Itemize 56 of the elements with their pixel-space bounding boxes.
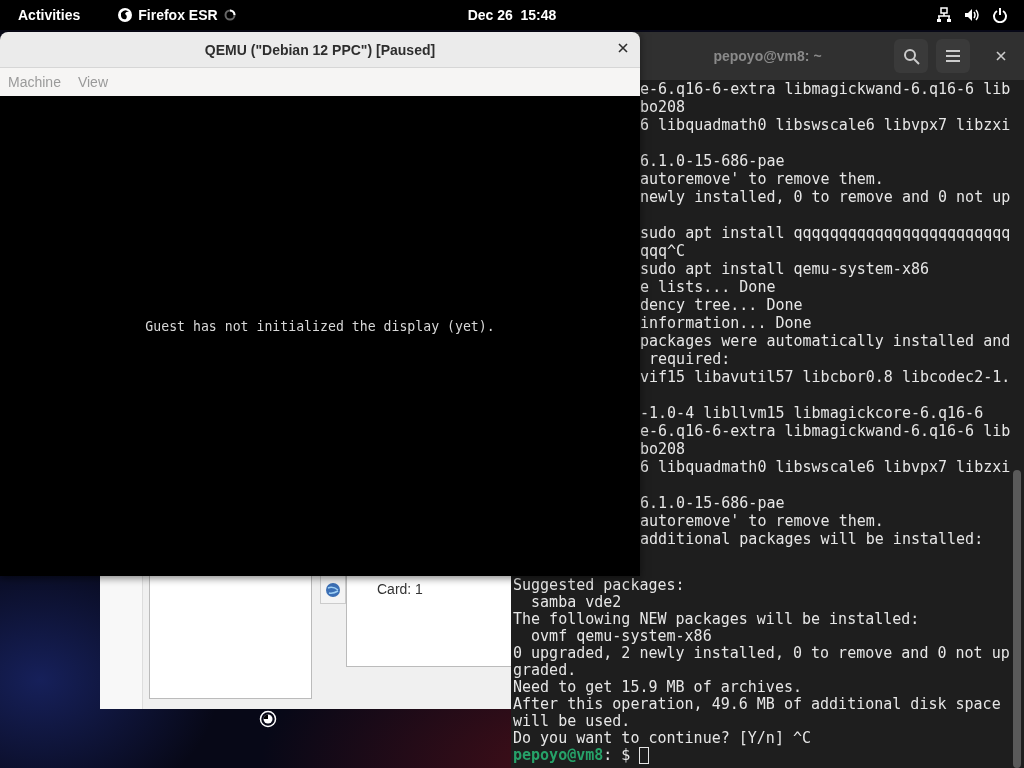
terminal-line: ovmf qemu-system-x86 bbox=[530, 628, 712, 645]
terminal-line: e lists... Done bbox=[640, 278, 776, 296]
terminal-line: bo208 bbox=[640, 98, 686, 116]
terminal-line: The following NEW packages will be installed: bbox=[513, 611, 920, 628]
spinner-icon bbox=[223, 9, 236, 21]
terminal-line: required: bbox=[648, 350, 731, 368]
terminal-line: 6.1.0-15-686-pae bbox=[640, 152, 785, 170]
network-icon[interactable] bbox=[936, 7, 952, 23]
terminal-line: sudo apt install qqqqqqqqqqqqqqqqqqqqqqqq bbox=[640, 224, 1011, 242]
terminal-line: dency tree... Done bbox=[640, 296, 803, 314]
terminal-line: will be used. bbox=[513, 713, 631, 730]
search-button[interactable] bbox=[894, 39, 928, 73]
terminal-line: Need to get 15.9 MB of archives. bbox=[513, 679, 802, 696]
prompt-symbol: : $ bbox=[603, 747, 632, 764]
clock[interactable]: Dec 26 15:48 bbox=[467, 7, 557, 23]
terminal-line: e-6.q16-6-extra libmagickwand-6.q16-6 lib bbox=[640, 80, 1011, 98]
terminal-line: After this operation, 49.6 MB of additional disk space bbox=[513, 696, 1001, 713]
terminal-line: information... Done bbox=[640, 314, 812, 332]
terminal-line: sudo apt install qemu-system-x86 bbox=[640, 260, 929, 278]
display-message: Guest has not initialized the display (yet). bbox=[145, 319, 495, 334]
card-label: Card: 1 bbox=[377, 581, 423, 597]
terminal-line: qqq^C bbox=[640, 242, 686, 260]
firefox-icon[interactable] bbox=[117, 7, 134, 23]
terminal-line: autoremove' to remove them. bbox=[640, 170, 884, 188]
terminal-line: graded. bbox=[513, 662, 577, 679]
terminal-line: additional packages will be installed: bbox=[640, 530, 984, 548]
loading-cursor-icon bbox=[259, 710, 277, 728]
terminal-line: vif15 libavutil57 libcbor0.8 libcodec2-1. bbox=[640, 368, 1011, 386]
terminal-line: 0 upgraded, 2 newly installed, 0 to remove and 0 not up bbox=[513, 645, 1010, 662]
terminal-line: e-6.q16-6-extra libmagickwand-6.q16-6 lib bbox=[640, 422, 1011, 440]
terminal-line: Do you want to continue? [Y/n] ^C bbox=[513, 730, 811, 747]
activities-button[interactable]: Activities bbox=[18, 7, 81, 23]
terminal-line: 6.1.0-15-686-pae bbox=[640, 494, 785, 512]
globe-icon bbox=[325, 581, 341, 598]
text-cursor bbox=[639, 747, 650, 764]
terminal-line: 6 libquadmath0 libswscale6 libvpx7 libzxi bbox=[640, 458, 1011, 476]
menu-icon bbox=[945, 48, 961, 64]
terminal-line: Suggested packages: bbox=[513, 577, 685, 594]
terminal-line: samba vde2 bbox=[530, 594, 622, 611]
search-icon bbox=[902, 47, 920, 65]
terminal-line: autoremove' to remove them. bbox=[640, 512, 884, 530]
scrollbar-thumb[interactable] bbox=[1013, 470, 1021, 768]
terminal-line: -1.0-4 libllvm15 libmagickcore-6.q16-6 bbox=[640, 404, 984, 422]
terminal-line: bo208 bbox=[640, 440, 686, 458]
prompt-user: pepoyo@vm8 bbox=[513, 747, 604, 764]
terminal-line: newly installed, 0 to remove and 0 not up bbox=[640, 188, 1011, 206]
app-menu[interactable]: Firefox ESR bbox=[138, 7, 218, 23]
terminal-line: packages were automatically installed and bbox=[640, 332, 1011, 350]
globe-tab[interactable] bbox=[320, 576, 346, 604]
window-title: pepoyo@vm8: ~ bbox=[713, 48, 822, 64]
power-icon[interactable] bbox=[992, 7, 1008, 23]
close-icon[interactable] bbox=[618, 43, 628, 53]
volume-icon[interactable] bbox=[964, 7, 980, 23]
menu-button[interactable] bbox=[936, 39, 970, 73]
terminal-line: 6 libquadmath0 libswscale6 libvpx7 libzxi bbox=[640, 116, 1011, 134]
window-title: QEMU ("Debian 12 PPC") [Paused] bbox=[204, 41, 436, 58]
